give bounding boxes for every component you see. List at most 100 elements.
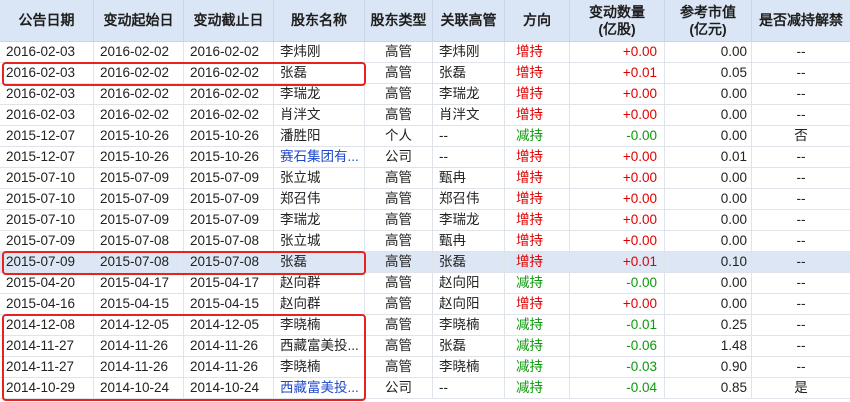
related-executive-cell: --: [433, 126, 505, 146]
header-label: 关联高管: [440, 12, 497, 28]
holder-type-cell: 高管: [365, 231, 433, 251]
holder-name-cell: 李晓楠: [274, 315, 365, 335]
table-row[interactable]: 2016-02-03 2016-02-02 2016-02-02 张磊 高管 张磊 增持 +0…: [0, 63, 850, 84]
table-row[interactable]: 2015-07-09 2015-07-08 2015-07-08 张立城 高管 甄冉 增持 +…: [0, 231, 850, 252]
table-row[interactable]: 2014-11-27 2014-11-26 2014-11-26 李晓楠 高管 李晓楠 减持…: [0, 357, 850, 378]
announce-date-cell: 2015-07-09: [0, 231, 94, 251]
header-end-date: 变动截止日: [184, 0, 274, 41]
reduce-unlock-cell: --: [796, 275, 806, 290]
direction-cell: 减持: [505, 273, 570, 293]
table-row[interactable]: 2015-12-07 2015-10-26 2015-10-26 赛石集团有... 公司…: [0, 147, 850, 168]
header-unit: (亿股): [598, 20, 636, 37]
related-executive-cell: 李瑞龙: [433, 210, 505, 230]
header-label: 方向: [523, 12, 551, 28]
market-value-cell: 0.05: [665, 63, 752, 83]
end-date-cell: 2016-02-02: [184, 42, 274, 62]
change-quantity-cell: +0.00: [570, 210, 665, 230]
reduce-unlock-cell: --: [796, 149, 806, 164]
market-value-cell: 0.00: [665, 231, 752, 251]
header-label: 变动起始日: [103, 12, 174, 28]
change-quantity-cell: +0.00: [570, 168, 665, 188]
start-date-cell: 2015-07-09: [94, 189, 184, 209]
header-label: 参考市值: [680, 3, 736, 20]
holder-name-cell: 潘胜阳: [274, 126, 365, 146]
direction-cell: 增持: [505, 84, 570, 104]
header-market-value: 参考市值 (亿元): [665, 0, 752, 41]
change-quantity-cell: -0.00: [570, 126, 665, 146]
end-date-cell: 2015-10-26: [184, 147, 274, 167]
direction-cell: 减持: [505, 336, 570, 356]
header-related-executive: 关联高管: [433, 0, 505, 41]
table-row[interactable]: 2014-10-29 2014-10-24 2014-10-24 西藏富美投... 公司…: [0, 378, 850, 399]
direction-cell: 增持: [505, 231, 570, 251]
direction-cell: 增持: [505, 63, 570, 83]
header-start-date: 变动起始日: [94, 0, 184, 41]
announce-date-cell: 2014-10-29: [0, 378, 94, 398]
shareholder-change-table: 公告日期 变动起始日 变动截止日 股东名称 股东类型 关联高管 方向 变动数量 …: [0, 0, 850, 399]
start-date-cell: 2014-12-05: [94, 315, 184, 335]
related-executive-cell: 李晓楠: [433, 357, 505, 377]
holder-name-cell: 张立城: [274, 168, 365, 188]
table-row[interactable]: 2015-04-20 2015-04-17 2015-04-17 赵向群 高管 赵向阳 减持…: [0, 273, 850, 294]
holder-name-cell: 赵向群: [274, 273, 365, 293]
start-date-cell: 2015-07-08: [94, 231, 184, 251]
market-value-cell: 0.90: [665, 357, 752, 377]
table-row[interactable]: 2015-12-07 2015-10-26 2015-10-26 潘胜阳 个人 -- 减持 -…: [0, 126, 850, 147]
header-label: 股东名称: [291, 12, 347, 28]
holder-type-cell: 公司: [365, 147, 433, 167]
holder-type-cell: 高管: [365, 336, 433, 356]
table-row[interactable]: 2015-07-09 2015-07-08 2015-07-08 张磊 高管 张磊 增持 +0…: [0, 252, 850, 273]
start-date-cell: 2015-07-09: [94, 210, 184, 230]
end-date-cell: 2015-07-08: [184, 252, 274, 272]
start-date-cell: 2016-02-02: [94, 42, 184, 62]
announce-date-cell: 2016-02-03: [0, 63, 94, 83]
holder-type-cell: 高管: [365, 105, 433, 125]
market-value-cell: 0.00: [665, 84, 752, 104]
direction-cell: 增持: [505, 210, 570, 230]
market-value-cell: 0.00: [665, 126, 752, 146]
table-row[interactable]: 2015-07-10 2015-07-09 2015-07-09 张立城 高管 甄冉 增持 +…: [0, 168, 850, 189]
holder-type-cell: 高管: [365, 84, 433, 104]
table-row[interactable]: 2015-07-10 2015-07-09 2015-07-09 郑召伟 高管 郑召伟 增持…: [0, 189, 850, 210]
holder-type-cell: 高管: [365, 357, 433, 377]
reduce-unlock-cell: --: [796, 107, 806, 122]
change-quantity-cell: +0.00: [570, 105, 665, 125]
holder-type-cell: 高管: [365, 273, 433, 293]
related-executive-cell: 张磊: [433, 336, 505, 356]
holder-type-cell: 高管: [365, 315, 433, 335]
table-row[interactable]: 2015-07-10 2015-07-09 2015-07-09 李瑞龙 高管 李瑞龙 增持…: [0, 210, 850, 231]
announce-date-cell: 2016-02-03: [0, 105, 94, 125]
header-holder-name: 股东名称: [274, 0, 365, 41]
end-date-cell: 2014-12-05: [184, 315, 274, 335]
change-quantity-cell: +0.00: [570, 294, 665, 314]
table-row[interactable]: 2016-02-03 2016-02-02 2016-02-02 李瑞龙 高管 李瑞龙 增持…: [0, 84, 850, 105]
market-value-cell: 0.00: [665, 294, 752, 314]
table-row[interactable]: 2014-11-27 2014-11-26 2014-11-26 西藏富美投... 高管…: [0, 336, 850, 357]
announce-date-cell: 2014-11-27: [0, 357, 94, 377]
direction-cell: 减持: [505, 378, 570, 398]
start-date-cell: 2015-10-26: [94, 147, 184, 167]
change-quantity-cell: -0.04: [570, 378, 665, 398]
header-label: 公告日期: [18, 12, 75, 28]
holder-name-link[interactable]: 赛石集团有...: [274, 147, 365, 167]
table-row[interactable]: 2016-02-03 2016-02-02 2016-02-02 李炜刚 高管 李炜刚 增持…: [0, 42, 850, 63]
direction-cell: 增持: [505, 105, 570, 125]
table-row[interactable]: 2014-12-08 2014-12-05 2014-12-05 李晓楠 高管 李晓楠 减持…: [0, 315, 850, 336]
header-holder-type: 股东类型: [365, 0, 433, 41]
end-date-cell: 2016-02-02: [184, 84, 274, 104]
holder-name-link[interactable]: 西藏富美投...: [274, 378, 365, 398]
header-announce-date: 公告日期: [0, 0, 94, 41]
table-body: 2016-02-03 2016-02-02 2016-02-02 李炜刚 高管 李炜刚 增持…: [0, 42, 850, 399]
table-row[interactable]: 2016-02-03 2016-02-02 2016-02-02 肖泮文 高管 肖泮文 增持…: [0, 105, 850, 126]
holder-type-cell: 公司: [365, 378, 433, 398]
reduce-unlock-cell: --: [796, 317, 806, 332]
change-quantity-cell: -0.06: [570, 336, 665, 356]
market-value-cell: 1.48: [665, 336, 752, 356]
holder-type-cell: 高管: [365, 42, 433, 62]
start-date-cell: 2014-10-24: [94, 378, 184, 398]
related-executive-cell: 肖泮文: [433, 105, 505, 125]
table-row[interactable]: 2015-04-16 2015-04-15 2015-04-15 赵向群 高管 赵向阳 增持…: [0, 294, 850, 315]
end-date-cell: 2014-10-24: [184, 378, 274, 398]
change-quantity-cell: -0.03: [570, 357, 665, 377]
direction-cell: 减持: [505, 126, 570, 146]
